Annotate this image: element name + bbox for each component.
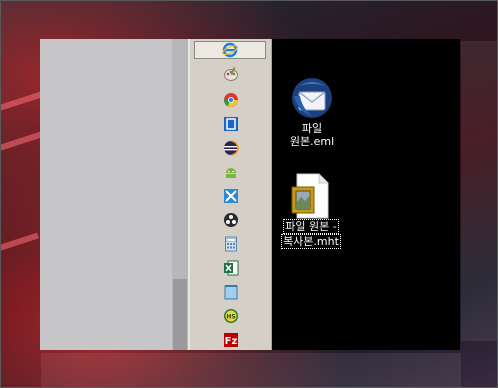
screenshot-frame: HS Fz 파일 원본.eml 파일 원본 - 복사본.mht <box>0 0 498 388</box>
filezilla-icon[interactable]: Fz <box>223 332 239 348</box>
desktop-icon-mht[interactable]: 파일 원본 - 복사본.mht <box>276 173 346 249</box>
blue-frame-app-icon[interactable] <box>223 116 239 132</box>
xcode-tool-icon[interactable] <box>223 188 239 204</box>
toolbar-top-button[interactable] <box>194 41 266 59</box>
wallpaper-panel <box>461 41 497 341</box>
left-pane <box>40 39 188 350</box>
desktop-icon-eml[interactable]: 파일 원본.eml <box>277 74 347 148</box>
file-name-line2: 원본.eml <box>289 135 335 148</box>
svg-text:Fz: Fz <box>225 336 238 347</box>
file-name-line1: 파일 <box>301 122 323 135</box>
chrome-icon[interactable] <box>223 92 239 108</box>
notepad-icon[interactable] <box>223 284 239 300</box>
remote-window: HS Fz 파일 원본.eml 파일 원본 - 복사본.mht <box>40 39 460 350</box>
file-name-line2: 복사본.mht <box>281 234 341 249</box>
wallpaper-panel <box>41 353 461 387</box>
hs-app-icon[interactable]: HS <box>223 308 239 324</box>
svg-text:HS: HS <box>226 314 235 321</box>
paint-palette-icon[interactable] <box>223 66 239 82</box>
android-icon[interactable] <box>223 164 239 180</box>
mht-document-icon <box>291 173 329 219</box>
file-name-line1: 파일 원본 - <box>283 219 339 234</box>
internet-explorer-icon <box>222 42 238 58</box>
quick-launch-toolbar: HS Fz <box>190 39 272 350</box>
eclipse-icon[interactable] <box>223 140 239 156</box>
thunderbird-mail-icon <box>292 78 332 118</box>
scrollbar-thumb[interactable] <box>173 279 187 350</box>
calculator-icon[interactable] <box>223 236 239 252</box>
wallpaper-stripe <box>1 232 39 257</box>
obs-icon[interactable] <box>223 212 239 228</box>
excel-icon[interactable] <box>223 260 239 276</box>
vertical-scrollbar[interactable] <box>172 39 188 350</box>
